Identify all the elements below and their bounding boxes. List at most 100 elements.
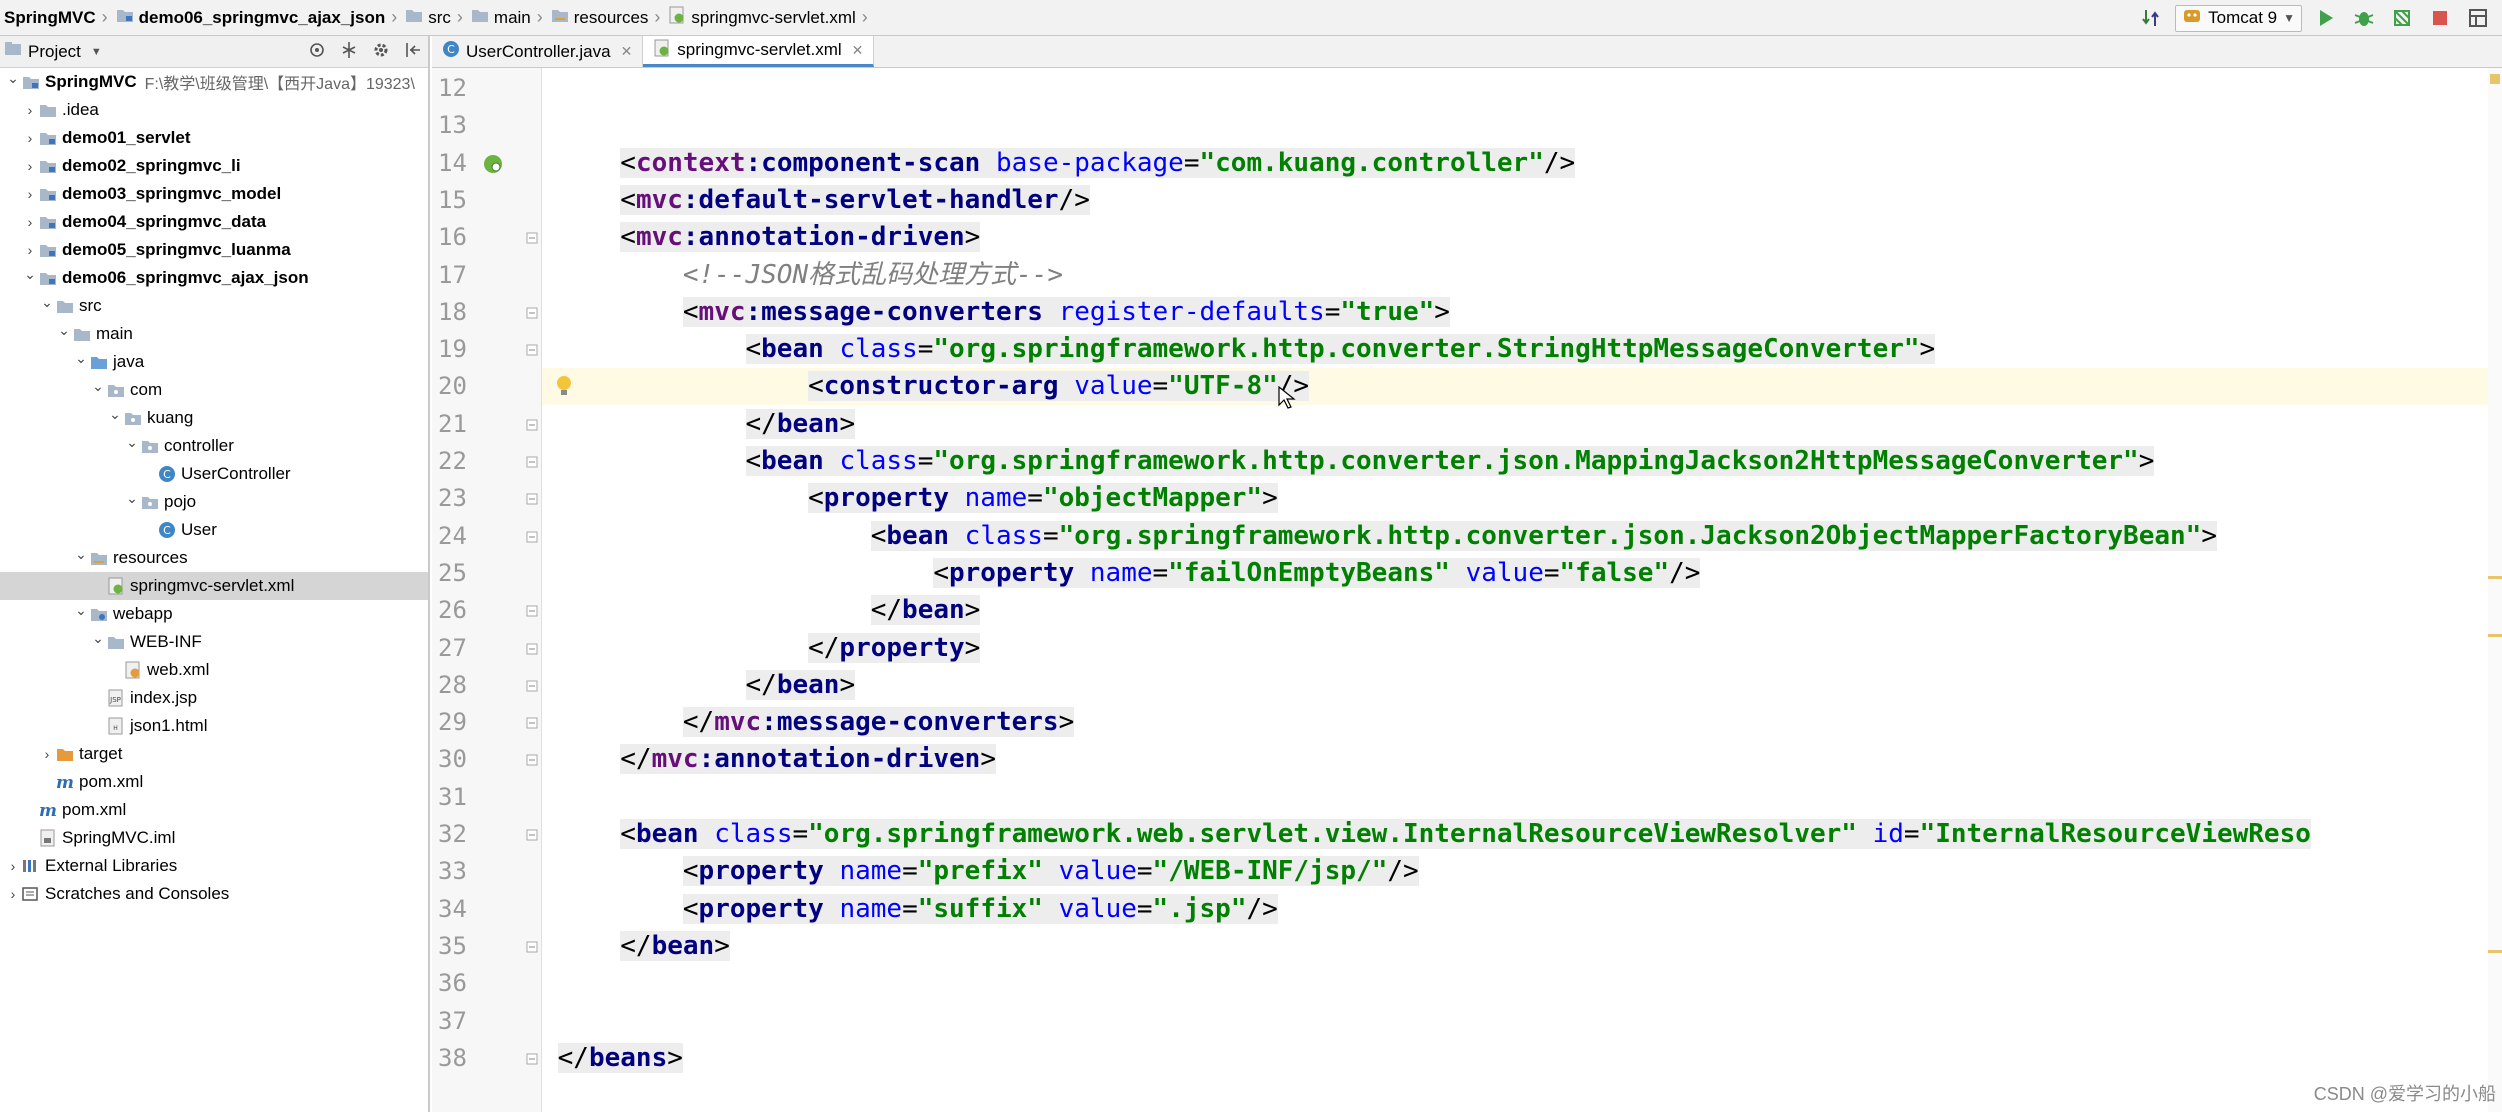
fold-marker-icon[interactable] <box>526 306 538 324</box>
code-line[interactable]: <bean class="org.springframework.http.co… <box>542 331 2502 368</box>
expand-arrow-icon[interactable]: ⌄ <box>55 322 73 339</box>
code-line[interactable]: </mvc:annotation-driven> <box>542 741 2502 778</box>
code-line[interactable]: <property name="objectMapper"> <box>542 480 2502 517</box>
code-line[interactable]: </bean> <box>542 667 2502 704</box>
code-line[interactable]: <!--JSON格式乱码处理方式--> <box>542 257 2502 294</box>
expand-arrow-icon[interactable]: ⌄ <box>72 350 90 367</box>
run-icon[interactable] <box>2312 4 2340 32</box>
tree-item[interactable]: Hjson1.html <box>0 712 428 740</box>
collapse-arrow-icon[interactable]: › <box>21 102 39 118</box>
stop-icon[interactable] <box>2426 4 2454 32</box>
build-icon[interactable] <box>2137 4 2165 32</box>
tree-item[interactable]: C User <box>0 516 428 544</box>
code-line[interactable]: </beans> <box>542 1040 2502 1077</box>
chevron-down-icon[interactable]: ▼ <box>91 46 102 58</box>
collapse-arrow-icon[interactable]: › <box>38 746 56 762</box>
tree-item[interactable]: springmvc-servlet.xml <box>0 572 428 600</box>
collapse-all-icon[interactable] <box>340 41 358 64</box>
tree-item[interactable]: › demo03_springmvc_model <box>0 180 428 208</box>
code-view[interactable]: <context:component-scan base-package="co… <box>542 68 2502 1112</box>
fold-marker-icon[interactable] <box>526 418 538 436</box>
code-line[interactable] <box>542 965 2502 1002</box>
warning-mark[interactable] <box>2488 634 2502 637</box>
code-line[interactable] <box>542 779 2502 816</box>
tree-item[interactable]: ⌄ com <box>0 376 428 404</box>
code-line[interactable] <box>542 107 2502 144</box>
tree-item[interactable]: › demo04_springmvc_data <box>0 208 428 236</box>
code-line[interactable] <box>542 70 2502 107</box>
code-line[interactable]: <mvc:default-servlet-handler/> <box>542 182 2502 219</box>
locate-icon[interactable] <box>308 41 326 64</box>
tree-item[interactable]: ⌄ main <box>0 320 428 348</box>
fold-marker-icon[interactable] <box>526 530 538 548</box>
code-line[interactable]: <bean class="org.springframework.web.ser… <box>542 816 2502 853</box>
tree-item[interactable]: ⌄ demo06_springmvc_ajax_json <box>0 264 428 292</box>
tree-item[interactable]: JSP index.jsp <box>0 684 428 712</box>
collapse-arrow-icon[interactable]: › <box>4 858 22 874</box>
code-line[interactable]: <bean class="org.springframework.http.co… <box>542 443 2502 480</box>
expand-arrow-icon[interactable]: ⌄ <box>123 434 141 451</box>
expand-arrow-icon[interactable]: ⌄ <box>123 490 141 507</box>
code-line[interactable]: <constructor-arg value="UTF-8"/> <box>542 368 2502 406</box>
fold-marker-icon[interactable] <box>526 1052 538 1070</box>
fold-marker-icon[interactable] <box>526 716 538 734</box>
tree-item[interactable]: › External Libraries <box>0 852 428 880</box>
warning-mark[interactable] <box>2488 576 2502 579</box>
tree-item[interactable]: C UserController <box>0 460 428 488</box>
fold-marker-icon[interactable] <box>526 642 538 660</box>
tree-item[interactable]: ⌄ kuang <box>0 404 428 432</box>
fold-marker-icon[interactable] <box>526 455 538 473</box>
warning-mark[interactable] <box>2488 950 2502 953</box>
code-line[interactable]: <property name="suffix" value=".jsp"/> <box>542 891 2502 928</box>
expand-arrow-icon[interactable]: ⌄ <box>38 294 56 311</box>
collapse-arrow-icon[interactable]: › <box>21 186 39 202</box>
coverage-icon[interactable] <box>2388 4 2416 32</box>
tree-item[interactable]: ⌄ controller <box>0 432 428 460</box>
fold-marker-icon[interactable] <box>526 940 538 958</box>
tree-item[interactable]: ⌄ SpringMVC F:\教学\班级管理\【西开Java】19323\ <box>0 68 428 96</box>
breadcrumb-item[interactable]: resources › <box>547 0 665 36</box>
code-line[interactable]: </bean> <box>542 406 2502 443</box>
code-line[interactable]: <property name="failOnEmptyBeans" value=… <box>542 555 2502 592</box>
expand-arrow-icon[interactable]: ⌄ <box>21 266 39 283</box>
code-line[interactable]: <mvc:message-converters register-default… <box>542 294 2502 331</box>
code-line[interactable]: <context:component-scan base-package="co… <box>542 145 2502 182</box>
project-structure-icon[interactable] <box>2464 4 2492 32</box>
tree-item[interactable]: ⌄ src <box>0 292 428 320</box>
tree-item[interactable]: web.xml <box>0 656 428 684</box>
code-line[interactable] <box>542 1003 2502 1040</box>
code-line[interactable]: </mvc:message-converters> <box>542 704 2502 741</box>
tree-item[interactable]: › demo05_springmvc_luanma <box>0 236 428 264</box>
run-configuration-select[interactable]: Tomcat 9 ▼ <box>2175 4 2302 32</box>
collapse-arrow-icon[interactable]: › <box>21 242 39 258</box>
collapse-arrow-icon[interactable]: › <box>4 886 22 902</box>
hide-panel-icon[interactable] <box>404 41 422 64</box>
editor-tab[interactable]: springmvc-servlet.xml ✕ <box>643 36 875 67</box>
expand-arrow-icon[interactable]: ⌄ <box>89 378 107 395</box>
tree-item[interactable]: › target <box>0 740 428 768</box>
collapse-arrow-icon[interactable]: › <box>21 214 39 230</box>
close-icon[interactable]: ✕ <box>852 42 864 59</box>
inspection-status-icon[interactable] <box>2490 74 2500 84</box>
fold-marker-icon[interactable] <box>526 828 538 846</box>
expand-arrow-icon[interactable]: ⌄ <box>72 602 90 619</box>
expand-arrow-icon[interactable]: ⌄ <box>72 546 90 563</box>
editor-tab[interactable]: C UserController.java ✕ <box>432 36 644 67</box>
close-icon[interactable]: ✕ <box>621 43 633 60</box>
debug-icon[interactable] <box>2350 4 2378 32</box>
tree-item[interactable]: SpringMVC.iml <box>0 824 428 852</box>
expand-arrow-icon[interactable]: ⌄ <box>4 70 22 87</box>
code-line[interactable]: <property name="prefix" value="/WEB-INF/… <box>542 853 2502 890</box>
fold-marker-icon[interactable] <box>526 231 538 249</box>
breadcrumb-item[interactable]: demo06_springmvc_ajax_json › <box>112 0 402 36</box>
breadcrumb-item[interactable]: src › <box>401 0 467 36</box>
fold-marker-icon[interactable] <box>526 343 538 361</box>
fold-marker-icon[interactable] <box>526 753 538 771</box>
error-stripe[interactable] <box>2488 68 2502 1112</box>
tree-item[interactable]: › Scratches and Consoles <box>0 880 428 908</box>
fold-marker-icon[interactable] <box>526 492 538 510</box>
code-line[interactable]: </bean> <box>542 592 2502 629</box>
gear-icon[interactable] <box>372 41 390 64</box>
code-line[interactable]: </bean> <box>542 928 2502 965</box>
tree-item[interactable]: m pom.xml <box>0 768 428 796</box>
